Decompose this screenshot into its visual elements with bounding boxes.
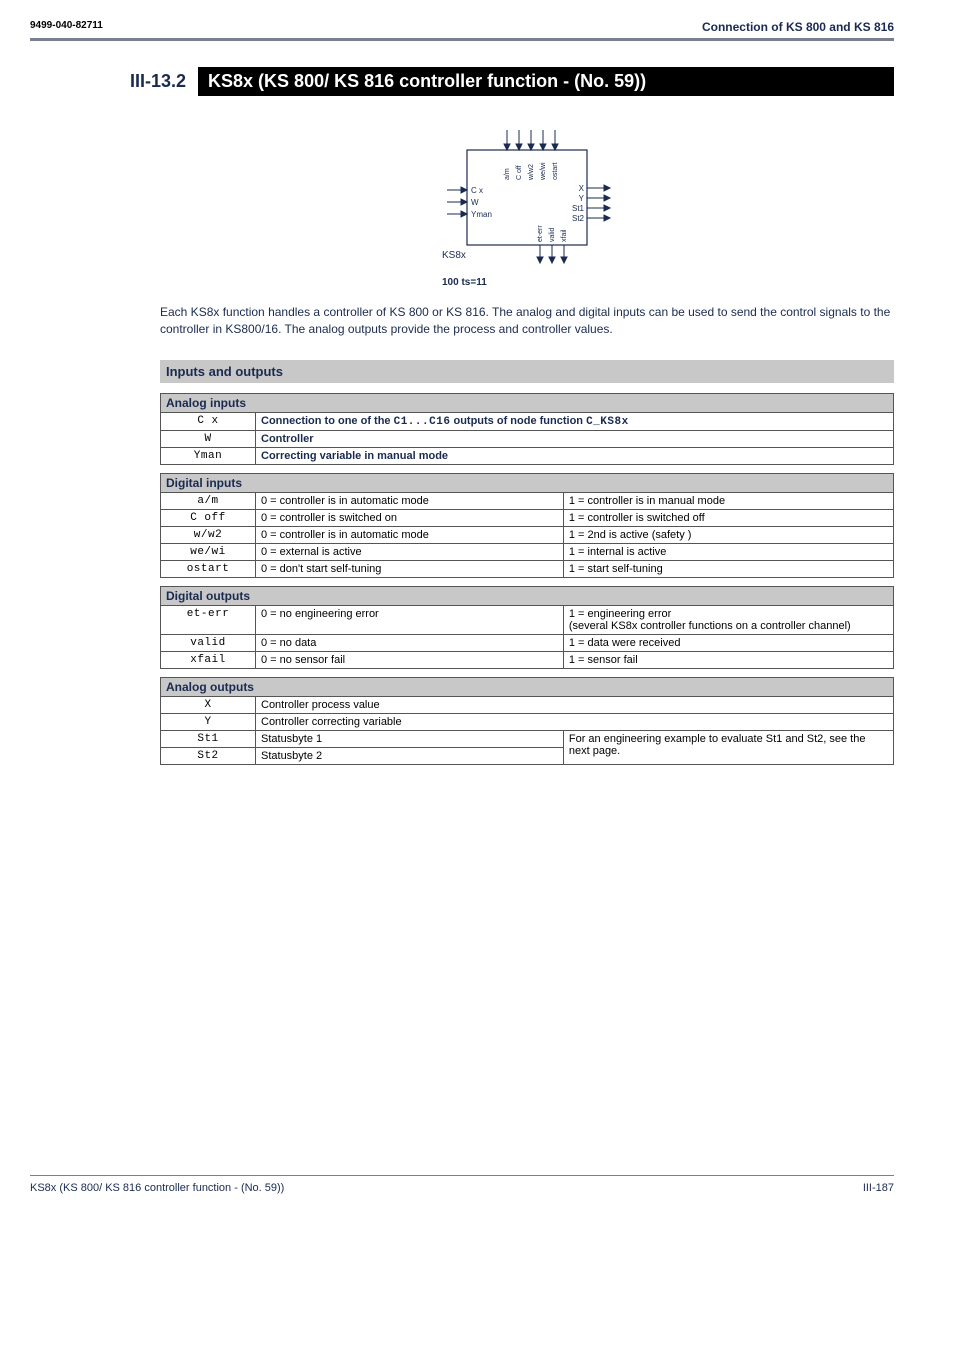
signal-desc: Controller process value [256, 696, 894, 713]
value-0: 0 = controller is in automatic mode [256, 526, 564, 543]
analog-inputs-table: Analog inputs C x Connection to one of t… [160, 393, 894, 465]
value-1: 1 = data were received [563, 634, 893, 651]
svg-text:a/m: a/m [504, 168, 511, 180]
svg-text:Y: Y [579, 194, 585, 203]
svg-text:ostart: ostart [552, 162, 559, 180]
svg-text:St2: St2 [572, 214, 585, 223]
value-0: 0 = don't start self-tuning [256, 560, 564, 577]
value-0: 0 = external is active [256, 543, 564, 560]
footer-right: III-187 [863, 1182, 894, 1194]
signal-name: ostart [161, 560, 256, 577]
group-title: Analog outputs [161, 677, 894, 696]
value-1: 1 = controller is in manual mode [563, 492, 893, 509]
signal-desc: Controller [256, 430, 894, 447]
signal-desc: Statusbyte 1 [256, 730, 564, 747]
signal-name: St1 [161, 730, 256, 747]
analog-outputs-table: Analog outputs X Controller process valu… [160, 677, 894, 765]
value-0: 0 = no data [256, 634, 564, 651]
value-1: 1 = start self-tuning [563, 560, 893, 577]
value-0: 0 = controller is in automatic mode [256, 492, 564, 509]
signal-name: St2 [161, 747, 256, 764]
svg-text:St1: St1 [572, 204, 585, 213]
signal-desc: Correcting variable in manual mode [256, 447, 894, 464]
value-0: 0 = no sensor fail [256, 651, 564, 668]
signal-note: For an engineering example to evaluate S… [563, 730, 893, 764]
signal-name: xfail [161, 651, 256, 668]
group-title: Digital inputs [161, 473, 894, 492]
svg-text:we/wi: we/wi [540, 162, 547, 181]
heading-number: III-13.2 [30, 67, 198, 96]
value-1: 1 = engineering error (several KS8x cont… [563, 605, 893, 634]
svg-text:C off: C off [516, 165, 523, 180]
svg-text:KS8x: KS8x [442, 250, 466, 261]
body-paragraph: Each KS8x function handles a controller … [160, 304, 894, 338]
diagram-caption: 100 ts=11 [412, 277, 642, 288]
svg-text:et-err: et-err [537, 225, 544, 242]
signal-name: Y [161, 713, 256, 730]
svg-text:w/w2: w/w2 [528, 164, 535, 181]
value-1: 1 = 2nd is active (safety ) [563, 526, 893, 543]
svg-text:valid: valid [549, 227, 556, 242]
value-0: 0 = no engineering error [256, 605, 564, 634]
value-1: 1 = internal is active [563, 543, 893, 560]
signal-name: we/wi [161, 543, 256, 560]
block-diagram: a/m C off w/w2 we/wi ostart C x W [160, 120, 894, 290]
section-title: Connection of KS 800 and KS 816 [702, 20, 894, 34]
digital-inputs-table: Digital inputs a/m 0 = controller is in … [160, 473, 894, 578]
group-title: Digital outputs [161, 586, 894, 605]
signal-name: W [161, 430, 256, 447]
value-1: 1 = controller is switched off [563, 509, 893, 526]
svg-text:Yman: Yman [471, 210, 492, 219]
signal-desc: Statusbyte 2 [256, 747, 564, 764]
doc-id: 9499-040-82711 [30, 20, 103, 34]
signal-name: X [161, 696, 256, 713]
signal-name: w/w2 [161, 526, 256, 543]
signal-name: C off [161, 509, 256, 526]
signal-desc: Connection to one of the C1...C16 output… [256, 412, 894, 430]
svg-text:C x: C x [471, 186, 483, 195]
heading-title: KS8x (KS 800/ KS 816 controller function… [198, 67, 894, 96]
digital-outputs-table: Digital outputs et-err 0 = no engineerin… [160, 586, 894, 669]
signal-name: Yman [161, 447, 256, 464]
signal-desc: Controller correcting variable [256, 713, 894, 730]
signal-name: C x [161, 412, 256, 430]
footer-left: KS8x (KS 800/ KS 816 controller function… [30, 1182, 284, 1194]
value-1: 1 = sensor fail [563, 651, 893, 668]
signal-name: et-err [161, 605, 256, 634]
signal-name: a/m [161, 492, 256, 509]
svg-text:W: W [471, 198, 479, 207]
signal-name: valid [161, 634, 256, 651]
svg-text:X: X [579, 184, 585, 193]
group-title: Analog inputs [161, 393, 894, 412]
value-0: 0 = controller is switched on [256, 509, 564, 526]
svg-text:xfail: xfail [561, 229, 568, 242]
io-heading: Inputs and outputs [160, 360, 894, 383]
